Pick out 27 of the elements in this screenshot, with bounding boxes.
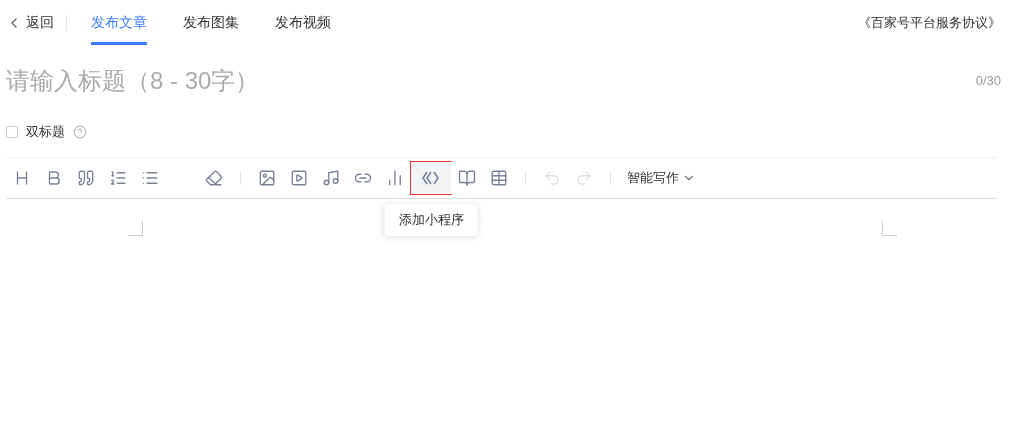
ai-writing-dropdown[interactable]: 智能写作 bbox=[627, 168, 696, 188]
help-icon bbox=[73, 125, 87, 139]
undo-icon bbox=[543, 169, 561, 187]
quote-icon bbox=[77, 169, 95, 187]
tooltip: 添加小程序 bbox=[384, 204, 478, 236]
book-icon bbox=[458, 169, 476, 187]
bullet-list-icon bbox=[141, 169, 159, 187]
back-button[interactable]: 返回 bbox=[6, 14, 67, 31]
agreement-link[interactable]: 《百家号平台服务协议》 bbox=[858, 12, 1001, 33]
music-note-icon bbox=[322, 169, 340, 187]
angle-brackets-icon bbox=[422, 170, 440, 186]
video-icon bbox=[290, 169, 308, 187]
corner-mark bbox=[882, 221, 897, 236]
table-icon bbox=[490, 169, 508, 187]
bar-chart-icon bbox=[386, 169, 404, 187]
tab[interactable]: 发布文章 bbox=[91, 0, 147, 45]
character-counter: 0/30 bbox=[975, 72, 1001, 91]
double-title-label: 双标题 bbox=[26, 123, 65, 142]
numbered-list-icon bbox=[109, 169, 127, 187]
tab[interactable]: 发布视频 bbox=[275, 0, 331, 45]
corner-mark bbox=[128, 221, 143, 236]
redo-icon bbox=[575, 169, 593, 187]
double-title-checkbox[interactable] bbox=[6, 126, 18, 138]
tab[interactable]: 发布图集 bbox=[183, 0, 239, 45]
image-icon bbox=[258, 169, 276, 187]
title-input-field[interactable]: 请输入标题（8 - 30字） bbox=[6, 63, 976, 99]
eraser-icon bbox=[205, 169, 223, 187]
